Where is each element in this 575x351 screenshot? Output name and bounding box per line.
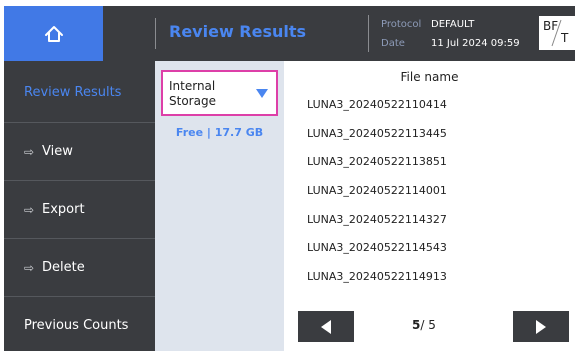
total-pages: / 5 bbox=[420, 318, 436, 332]
protocol-label: Protocol bbox=[381, 19, 422, 30]
file-row[interactable]: LUNA3_20240522110414 bbox=[307, 98, 447, 112]
sidebar-item-label: Export bbox=[42, 202, 85, 217]
storage-dropdown-line1: Internal bbox=[169, 79, 216, 93]
sidebar-item-label: Delete bbox=[42, 260, 85, 275]
chevron-down-icon bbox=[256, 89, 268, 98]
file-row[interactable]: LUNA3_20240522113445 bbox=[307, 127, 447, 141]
app-window: Review Results Protocol DEFAULT Date 11 … bbox=[0, 0, 575, 351]
arrow-right-icon: ⇨ bbox=[24, 144, 35, 159]
page-title: Review Results bbox=[169, 22, 307, 41]
sidebar-item-review-results[interactable]: Review Results bbox=[4, 64, 155, 121]
file-list-header: File name bbox=[400, 70, 459, 84]
home-icon bbox=[44, 25, 63, 42]
arrow-right-icon: ⇨ bbox=[24, 260, 35, 275]
mode-badge[interactable]: BF T bbox=[539, 16, 575, 50]
prev-page-button[interactable] bbox=[298, 311, 354, 342]
home-button[interactable] bbox=[4, 6, 103, 61]
header-divider bbox=[368, 15, 369, 52]
file-row[interactable]: LUNA3_20240522114543 bbox=[307, 241, 447, 255]
sidebar-item-view[interactable]: ⇨ View bbox=[4, 123, 155, 180]
next-page-button[interactable] bbox=[513, 311, 569, 342]
file-row[interactable]: LUNA3_20240522113851 bbox=[307, 155, 447, 169]
arrow-right-icon: ⇨ bbox=[24, 202, 35, 217]
file-row[interactable]: LUNA3_20240522114327 bbox=[307, 213, 447, 227]
sidebar-item-label: View bbox=[42, 144, 73, 159]
header-divider bbox=[155, 18, 156, 49]
file-row[interactable]: LUNA3_20240522114001 bbox=[307, 184, 447, 198]
mode-badge-top: BF bbox=[543, 19, 559, 33]
storage-dropdown[interactable]: Internal Storage bbox=[161, 70, 278, 116]
date-label: Date bbox=[381, 38, 405, 49]
free-space-label: Free | 17.7 GB bbox=[175, 126, 264, 139]
sidebar-item-previous-counts[interactable]: Previous Counts bbox=[4, 297, 155, 351]
sidebar-item-delete[interactable]: ⇨ Delete bbox=[4, 239, 155, 296]
arrow-right-icon bbox=[536, 319, 546, 334]
page-indicator: 5/ 5 bbox=[412, 318, 436, 332]
arrow-left-icon bbox=[321, 319, 331, 334]
mode-badge-bottom: T bbox=[561, 31, 569, 45]
storage-dropdown-line2: Storage bbox=[169, 94, 216, 108]
storage-dropdown-value: Internal Storage bbox=[169, 79, 249, 109]
sidebar-item-label: Previous Counts bbox=[24, 318, 129, 333]
protocol-value: DEFAULT bbox=[431, 19, 475, 30]
file-row[interactable]: LUNA3_20240522114913 bbox=[307, 270, 447, 284]
date-value: 11 Jul 2024 09:59 bbox=[431, 38, 520, 49]
sidebar-item-label: Review Results bbox=[24, 85, 122, 100]
sidebar-item-export[interactable]: ⇨ Export bbox=[4, 181, 155, 238]
